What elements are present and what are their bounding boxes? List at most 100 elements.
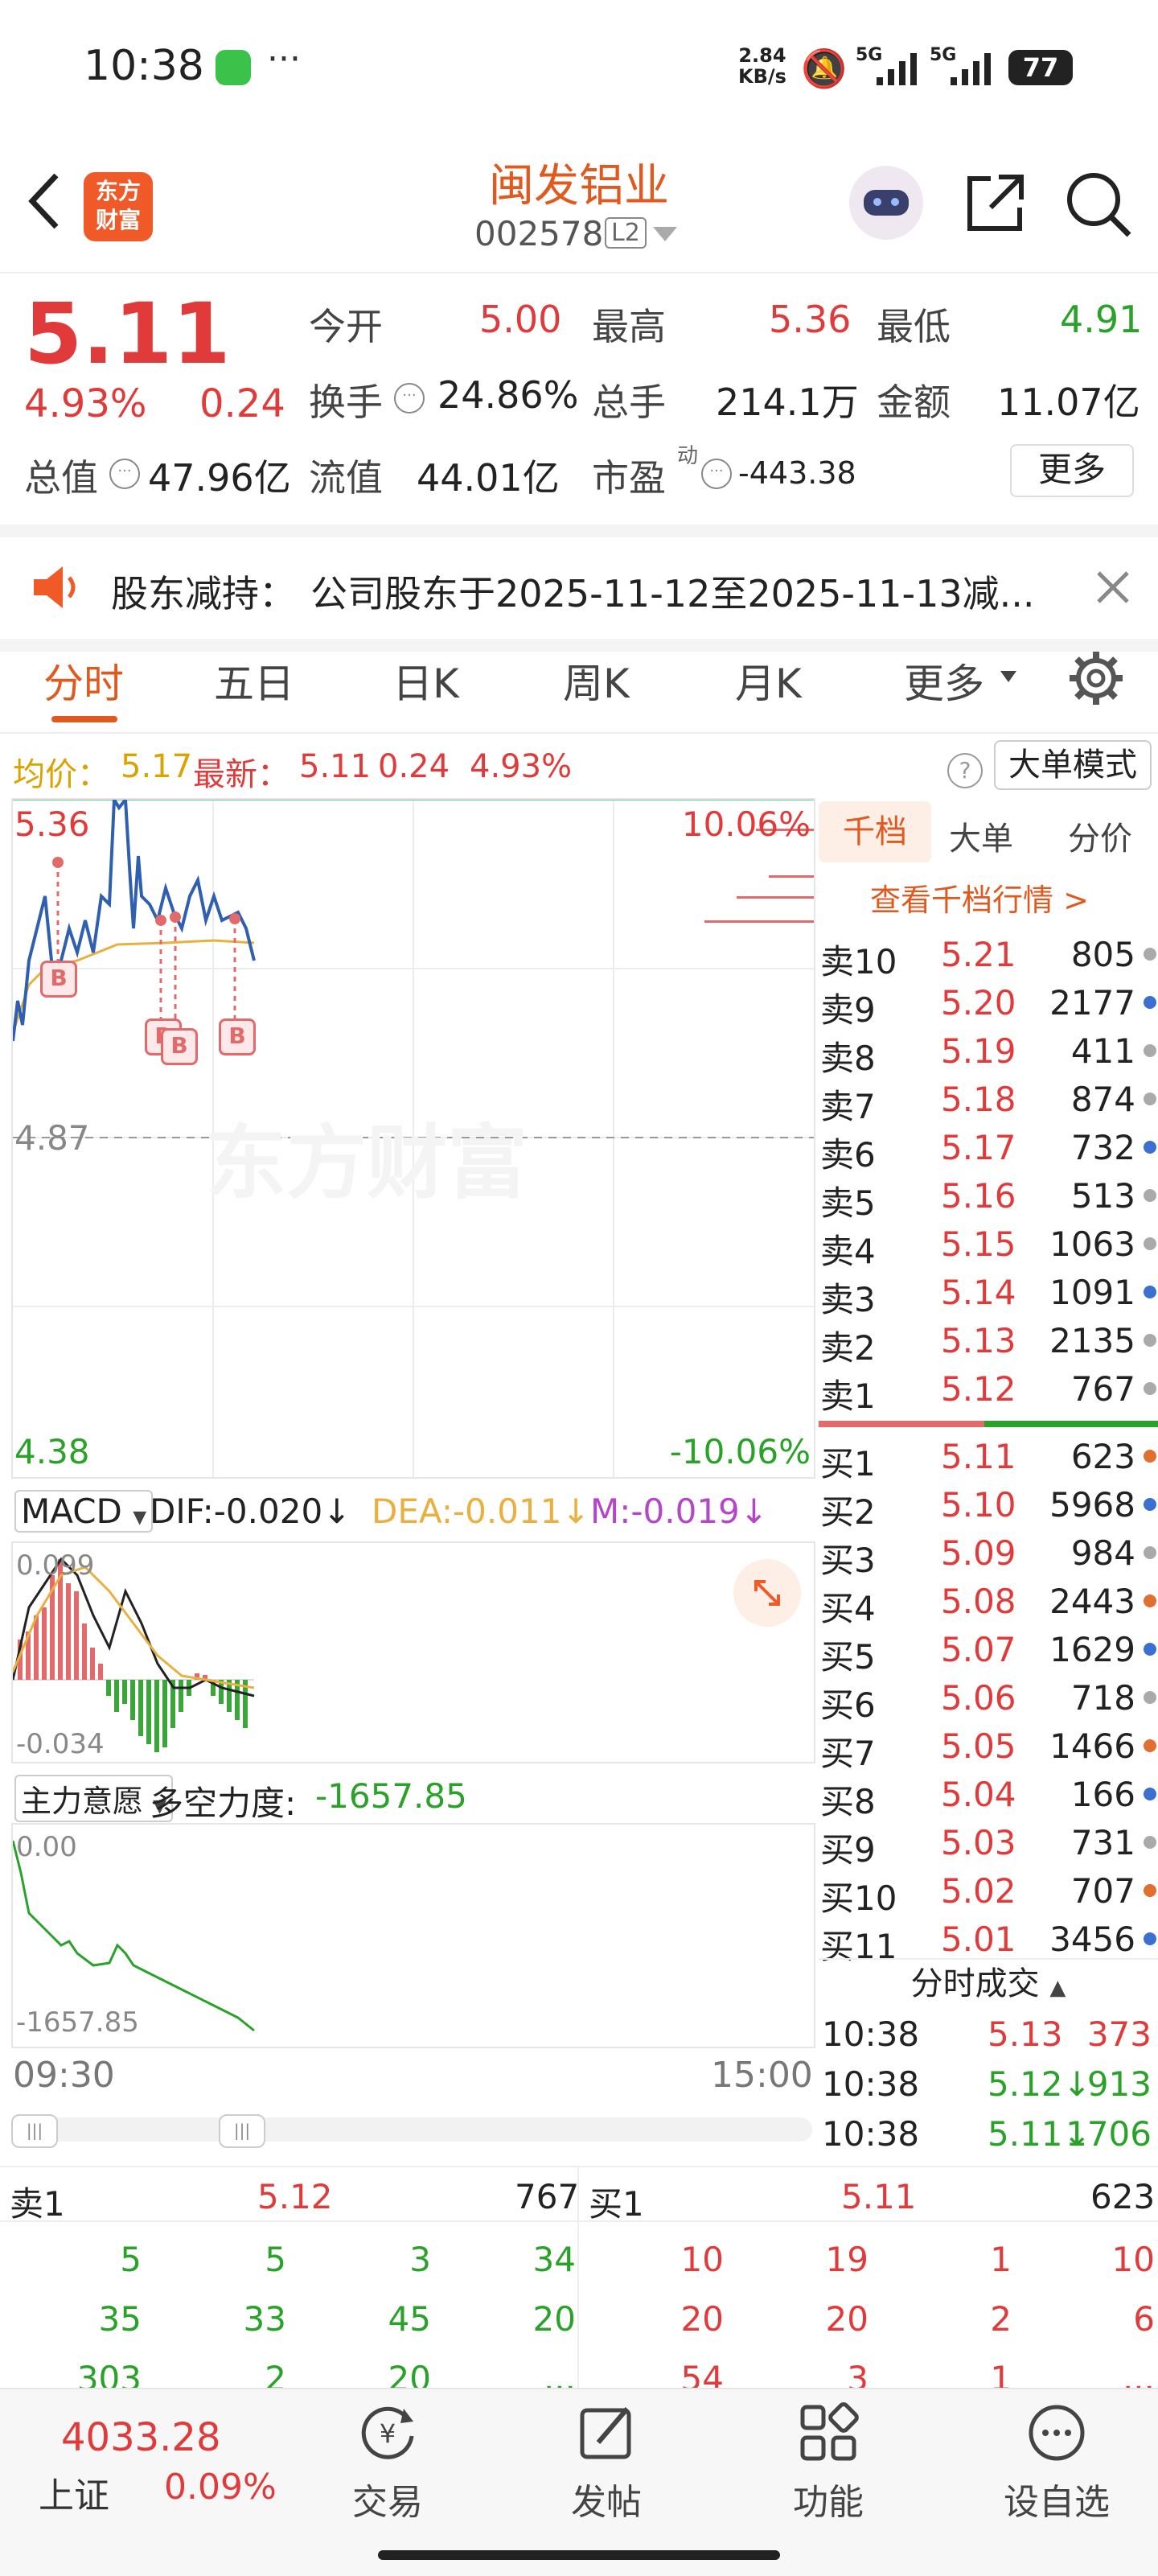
trade-row: 10:38 5.11↓ 1706	[819, 2111, 1158, 2159]
trades-title-bar[interactable]: 分时成交 ▲	[819, 1958, 1158, 2010]
chevron-down-icon[interactable]	[1000, 671, 1016, 684]
net-speed: 2.84 KB/s	[738, 45, 786, 87]
nav-add-watchlist[interactable]: 设自选	[976, 2401, 1137, 2537]
search-icon[interactable]	[1063, 169, 1135, 241]
index-widget[interactable]: 4033.28 上证 0.09%	[32, 2415, 290, 2536]
level2-badge[interactable]: L2	[605, 217, 647, 249]
buy-order-row[interactable]: 买8 5.04 166	[819, 1772, 1158, 1821]
range-handle-left[interactable]: |||	[11, 2114, 58, 2148]
tab-monthly-k[interactable]: 月K	[735, 652, 802, 710]
info-dots-icon[interactable]: ···	[701, 459, 732, 489]
view-thousand-level-link[interactable]: 查看千档行情 >	[870, 875, 1089, 920]
buy-order-row[interactable]: 买6 5.06 718	[819, 1675, 1158, 1725]
buy-order-row[interactable]: 买4 5.08 2443	[819, 1578, 1158, 1628]
nav-trade-label: 交易	[352, 2482, 423, 2523]
flow-chart[interactable]: 0.00 -1657.85	[11, 1823, 815, 2048]
buy-marker-badge[interactable]: B	[161, 1028, 198, 1065]
buy-order-row[interactable]: 买3 5.09 984	[819, 1530, 1158, 1580]
buy-order-row[interactable]: 买7 5.05 1466	[819, 1723, 1158, 1773]
nav-post-label: 发帖	[571, 2482, 642, 2523]
watermark: 东方财富	[206, 1116, 528, 1210]
sell-order-row[interactable]: 卖3 5.14 1091	[819, 1269, 1158, 1319]
buy-order-price: 5.04	[941, 1775, 1016, 1814]
queue-buy-price: 5.11	[841, 2177, 917, 2216]
chart-bottom-pct: -10.06%	[669, 1432, 811, 1471]
net-speed-value: 2.84	[738, 44, 786, 67]
sell-order-row[interactable]: 卖1 5.12 767	[819, 1366, 1158, 1416]
sell-order-row[interactable]: 卖2 5.13 2135	[819, 1318, 1158, 1368]
buy-order-volume: 718	[1070, 1678, 1135, 1718]
buy-marker-badge[interactable]: B	[40, 961, 77, 998]
trade-row: 10:38 5.12↓ 913	[819, 2061, 1158, 2109]
volume-value: 214.1万	[716, 381, 859, 424]
nav-trade[interactable]: ¥ 交易	[315, 2401, 460, 2537]
tab-five-day[interactable]: 五日	[214, 652, 294, 710]
order-dot-icon	[1144, 1884, 1156, 1897]
sell-order-row[interactable]: 卖6 5.17 732	[819, 1125, 1158, 1175]
signal-icon	[877, 53, 917, 85]
share-icon[interactable]	[962, 169, 1029, 237]
tab-price-distribution[interactable]: 分价	[1068, 813, 1132, 859]
tab-big-order[interactable]: 大单	[949, 813, 1013, 859]
macd-header: MACD ▼ DIF:-0.020↓ DEA:-0.011↓ M:-0.019↓	[11, 1485, 812, 1541]
sell-order-row[interactable]: 卖10 5.21 805	[819, 932, 1158, 981]
change-amount: 0.24	[199, 381, 285, 426]
nav-post[interactable]: 发帖	[534, 2401, 679, 2537]
sell-order-row[interactable]: 卖7 5.18 874	[819, 1076, 1158, 1126]
buy-order-volume: 2443	[1049, 1582, 1135, 1621]
macd-selector[interactable]: MACD ▼	[14, 1490, 154, 1533]
flow-value: -1657.85	[315, 1776, 467, 1816]
market-cap-label: 总值	[24, 456, 98, 500]
sell-order-row[interactable]: 卖9 5.20 2177	[819, 980, 1158, 1030]
queue-buy-label: 买1	[589, 2184, 644, 2224]
sell-order-row[interactable]: 卖8 5.19 411	[819, 1028, 1158, 1078]
buy-marker-badge[interactable]: B	[219, 1018, 256, 1056]
tab-thousand-level[interactable]: 千档	[819, 801, 931, 862]
expand-icon[interactable]	[733, 1559, 801, 1627]
queue-sell-cell: 35	[98, 2299, 142, 2339]
sell-order-row[interactable]: 卖5 5.16 513	[819, 1173, 1158, 1223]
nav-functions-label: 功能	[793, 2482, 864, 2523]
queue-sell-label: 卖1	[10, 2184, 65, 2224]
tab-daily-k[interactable]: 日K	[392, 652, 459, 710]
more-button[interactable]: 更多	[1010, 444, 1134, 497]
amount-label: 金额	[877, 381, 951, 424]
info-dots-icon[interactable]: ···	[109, 459, 140, 489]
range-handle-right[interactable]: |||	[219, 2114, 265, 2148]
close-icon[interactable]	[1095, 570, 1131, 605]
sell-order-volume: 2177	[1049, 983, 1135, 1023]
order-dot-icon	[1144, 948, 1156, 961]
notice-text: 公司股东于2025-11-12至2025-11-13减...	[310, 572, 1035, 615]
robot-avatar-icon[interactable]	[849, 166, 923, 240]
buy-order-row[interactable]: 买2 5.10 5968	[819, 1482, 1158, 1532]
sell-order-label: 卖3	[820, 1280, 876, 1319]
macd-bottom-value: -0.034	[16, 1728, 105, 1760]
nav-functions[interactable]: 功能	[756, 2401, 901, 2537]
time-range-scrollbar[interactable]: ||| |||	[11, 2114, 812, 2148]
tab-intraday[interactable]: 分时	[43, 652, 124, 710]
trades-title: 分时成交	[910, 1965, 1040, 2002]
status-time: 10:38	[84, 42, 204, 90]
buy-order-row[interactable]: 买9 5.03 731	[819, 1820, 1158, 1870]
sell-order-row[interactable]: 卖4 5.15 1063	[819, 1221, 1158, 1271]
index-name: 上证	[39, 2475, 109, 2516]
help-icon[interactable]: ?	[947, 753, 983, 788]
buy-order-row[interactable]: 买10 5.02 707	[819, 1868, 1158, 1918]
flow-label: 多空力度:	[150, 1784, 297, 1823]
buy-order-label: 买10	[820, 1879, 897, 1918]
chevron-down-icon[interactable]	[653, 227, 677, 243]
order-dot-icon	[1144, 1546, 1156, 1559]
order-dot-icon	[1144, 1450, 1156, 1463]
big-order-mode-button[interactable]: 大单模式	[994, 740, 1152, 790]
buy-order-row[interactable]: 买5 5.07 1629	[819, 1627, 1158, 1677]
tab-weekly-k[interactable]: 周K	[563, 652, 630, 710]
buy-order-row[interactable]: 买1 5.11 623	[819, 1434, 1158, 1483]
notice-bar[interactable]: 股东减持： 公司股东于2025-11-12至2025-11-13减...	[0, 525, 1158, 652]
buy-order-row[interactable]: 买11 5.01 3456	[819, 1916, 1158, 1966]
tab-more[interactable]: 更多	[904, 652, 984, 710]
macd-chart[interactable]: 0.099 -0.034	[11, 1541, 815, 1763]
intraday-chart[interactable]: B B B B 5.36 10.06% 4.87 东方财富 4.38 -10.0…	[11, 794, 815, 1479]
info-dots-icon[interactable]: ···	[394, 383, 425, 414]
stock-code: 002578	[474, 214, 604, 253]
settings-gear-icon[interactable]	[1066, 648, 1126, 708]
